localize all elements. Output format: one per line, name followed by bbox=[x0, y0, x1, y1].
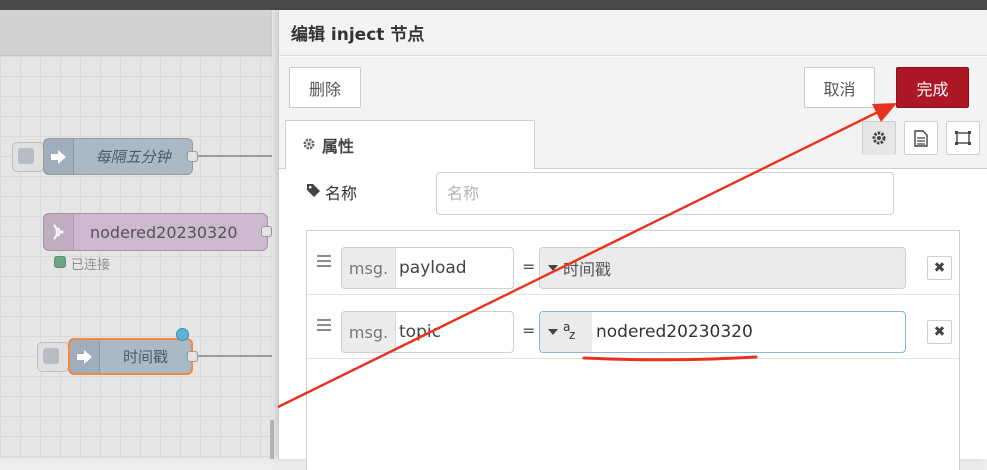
remove-property-button[interactable]: ✖ bbox=[927, 256, 952, 280]
output-port[interactable] bbox=[187, 351, 198, 362]
msg-prefix: msg. bbox=[342, 248, 396, 288]
node-label: 时间戳 bbox=[122, 348, 168, 366]
property-key-input[interactable]: msg. topic bbox=[341, 311, 514, 353]
name-input[interactable] bbox=[436, 172, 894, 215]
string-type-az-icon: az bbox=[563, 320, 576, 342]
property-row-topic: msg. topic = az nodered20230320 ✖ bbox=[307, 295, 959, 359]
wire bbox=[198, 155, 272, 157]
caret-down-icon bbox=[548, 265, 558, 271]
status-connected-icon bbox=[54, 256, 66, 268]
drag-handle-icon[interactable] bbox=[317, 255, 331, 267]
tray-tab-bar: 属性 bbox=[279, 117, 987, 170]
property-value bbox=[611, 248, 905, 288]
tab-properties[interactable]: 属性 bbox=[285, 120, 535, 170]
tray-resize-handle[interactable] bbox=[270, 420, 274, 459]
property-value-typed-input[interactable]: az nodered20230320 bbox=[539, 311, 906, 353]
msg-prefix: msg. bbox=[342, 312, 396, 352]
type-label: 时间戳 bbox=[563, 260, 612, 279]
node-every-five-minutes[interactable]: 每隔五分钟 bbox=[43, 138, 193, 175]
output-port[interactable] bbox=[187, 151, 198, 162]
node-status-text: 已连接 bbox=[71, 258, 111, 273]
top-bar bbox=[0, 0, 987, 10]
type-selector[interactable]: 时间戳 bbox=[540, 248, 612, 288]
settings-gear-icon[interactable] bbox=[862, 121, 896, 155]
gear-icon bbox=[302, 136, 316, 155]
done-button[interactable]: 完成 bbox=[896, 67, 969, 108]
caret-down-icon bbox=[548, 329, 558, 335]
property-value: nodered20230320 bbox=[596, 322, 753, 342]
arrow-icon bbox=[70, 340, 100, 373]
property-row-payload: msg. payload = 时间戳 ✖ bbox=[307, 231, 959, 295]
wifi-icon bbox=[44, 214, 74, 250]
node-label: 每隔五分钟 bbox=[95, 148, 171, 166]
appearance-frame-icon[interactable] bbox=[946, 121, 980, 155]
flow-workspace[interactable]: 每隔五分钟 nodered20230320 已连接 时间戳 bbox=[0, 10, 272, 459]
wire bbox=[198, 355, 272, 357]
property-list: msg. payload = 时间戳 ✖ msg. topic = a z no… bbox=[306, 230, 960, 470]
property-key: payload bbox=[399, 258, 467, 278]
equals-sign: = bbox=[522, 257, 536, 276]
property-key-input[interactable]: msg. payload bbox=[341, 247, 514, 289]
equals-sign: = bbox=[522, 321, 536, 340]
cancel-button[interactable]: 取消 bbox=[804, 67, 875, 108]
inject-trigger-button[interactable] bbox=[12, 142, 44, 172]
node-timestamp[interactable]: 时间戳 bbox=[68, 338, 193, 375]
name-field-label: 名称 bbox=[306, 180, 357, 204]
drag-handle-icon[interactable] bbox=[317, 319, 331, 331]
tab-label: 属性 bbox=[322, 137, 355, 156]
output-port[interactable] bbox=[261, 226, 272, 237]
tray-title: 编辑 inject 节点 bbox=[279, 10, 987, 56]
node-mqtt-nodered20230320[interactable]: nodered20230320 bbox=[43, 213, 268, 251]
description-document-icon[interactable] bbox=[904, 121, 938, 155]
tag-icon bbox=[306, 183, 321, 202]
type-selector[interactable]: az bbox=[540, 312, 592, 352]
arrow-icon bbox=[44, 139, 74, 174]
remove-property-button[interactable]: ✖ bbox=[927, 320, 952, 344]
node-label: nodered20230320 bbox=[90, 222, 238, 242]
tray-toolbar: 删除 取消 完成 bbox=[279, 57, 987, 117]
property-value-typed-input[interactable]: 时间戳 bbox=[539, 247, 906, 289]
workspace-tab-strip bbox=[0, 10, 272, 56]
delete-button[interactable]: 删除 bbox=[289, 67, 361, 108]
editor-tray: 编辑 inject 节点 删除 取消 完成 属性 名称 名称 msg. payl… bbox=[278, 10, 987, 470]
inject-trigger-button[interactable] bbox=[37, 342, 69, 372]
property-key: topic bbox=[399, 322, 441, 342]
changed-indicator-icon bbox=[176, 328, 189, 341]
